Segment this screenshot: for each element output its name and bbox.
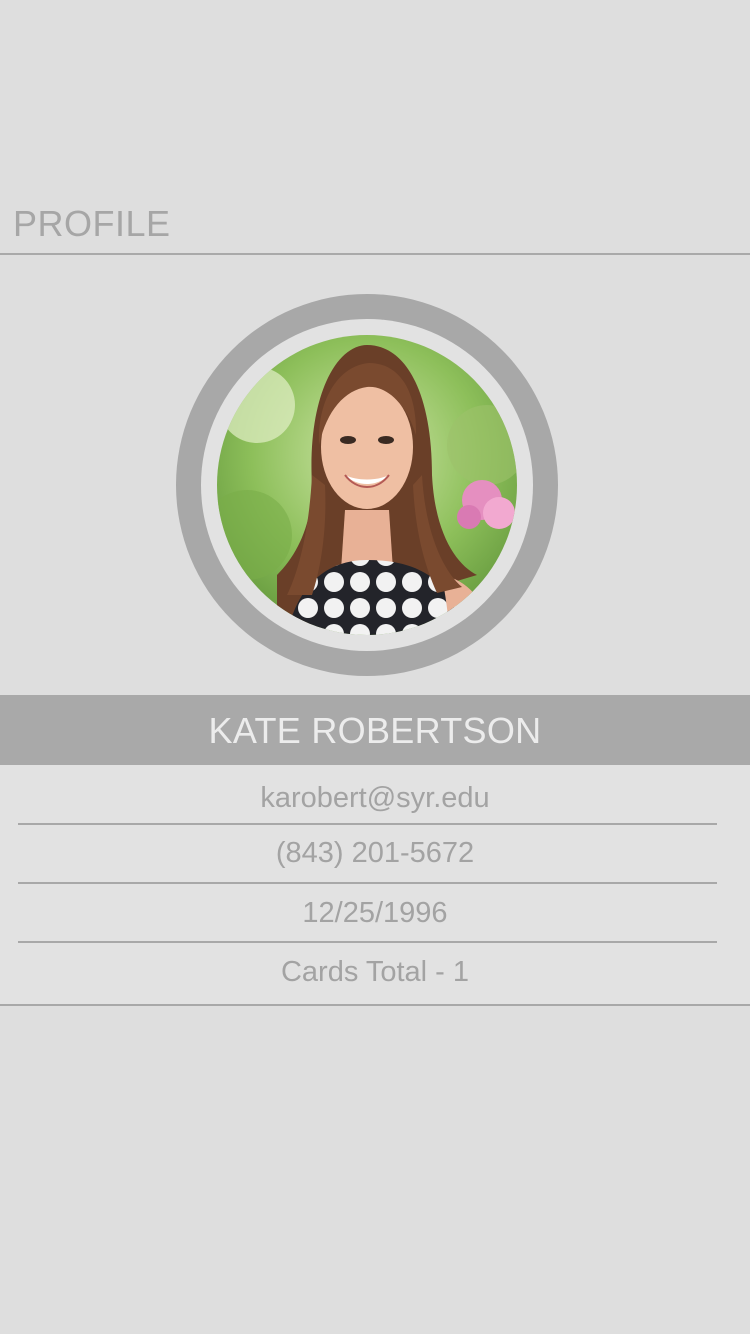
profile-phone[interactable]: (843) 201-5672 <box>0 837 750 870</box>
avatar-ring <box>176 294 558 676</box>
page-title: PROFILE <box>13 203 171 244</box>
cards-total: Cards Total - 1 <box>280 956 470 988</box>
profile-email[interactable]: karobert@syr.edu <box>0 782 750 815</box>
profile-birthdate: 12/25/1996 <box>302 897 448 929</box>
divider <box>18 941 717 943</box>
profile-name: KATE ROBERTSON <box>208 710 542 751</box>
profile-info-panel: karobert@syr.edu (843) 201-5672 12/25/19… <box>0 765 750 1006</box>
divider <box>18 823 717 825</box>
divider <box>18 882 717 884</box>
avatar[interactable] <box>217 335 517 635</box>
avatar-inner-ring <box>201 319 533 651</box>
name-bar: KATE ROBERTSON <box>0 695 750 765</box>
header: PROFILE <box>0 0 750 255</box>
